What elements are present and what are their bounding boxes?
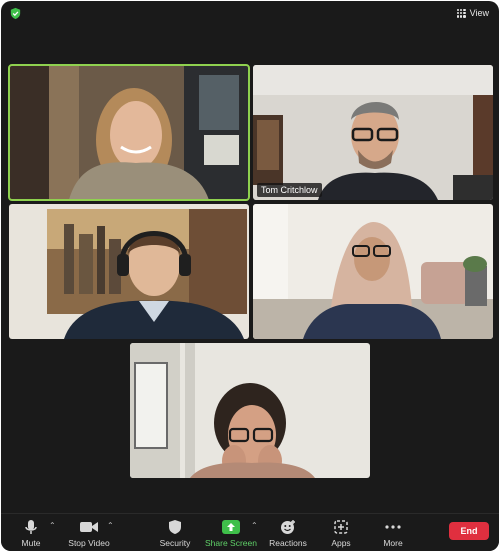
video-tile-3[interactable] [9, 204, 249, 339]
end-meeting-button[interactable]: End [449, 522, 489, 540]
apps-label: Apps [331, 538, 351, 548]
smiley-icon [280, 518, 296, 536]
reactions-button[interactable]: Reactions [258, 518, 318, 548]
participant-video-1 [9, 65, 249, 200]
share-screen-icon [222, 518, 240, 536]
microphone-icon [24, 518, 38, 536]
security-shield-icon [10, 7, 21, 20]
more-button[interactable]: More [363, 518, 423, 548]
grid-view-icon [456, 8, 466, 18]
mute-label: Mute [21, 538, 41, 548]
video-tile-5[interactable] [130, 343, 370, 478]
reactions-label: Reactions [269, 538, 307, 548]
shield-icon [168, 518, 182, 536]
more-dots-icon [385, 518, 401, 536]
more-label: More [383, 538, 403, 548]
view-button[interactable]: View [456, 6, 489, 20]
video-tile-1[interactable] [8, 64, 250, 201]
video-options-caret[interactable]: ⌃ [107, 521, 114, 530]
zoom-meeting-window: View Tom Critchlow Mute ⌃ Stop Video ⌃ S… [1, 1, 499, 551]
security-button[interactable]: Security [145, 518, 205, 548]
participant-video-3 [9, 204, 249, 339]
apps-icon [334, 518, 348, 536]
share-options-caret[interactable]: ⌃ [251, 521, 258, 530]
share-screen-label: Share Screen [205, 538, 257, 548]
audio-options-caret[interactable]: ⌃ [49, 521, 56, 530]
security-label: Security [159, 538, 191, 548]
video-tile-4[interactable] [253, 204, 493, 339]
participant-video-5 [130, 343, 370, 478]
apps-button[interactable]: Apps [311, 518, 371, 548]
participant-video-4 [253, 204, 493, 339]
video-camera-icon [80, 518, 98, 536]
participant-name-tag-2: Tom Critchlow [257, 183, 322, 197]
participant-video-2 [253, 65, 493, 200]
meeting-toolbar: Mute ⌃ Stop Video ⌃ Security Share Scree… [1, 513, 499, 551]
video-tile-2[interactable]: Tom Critchlow [253, 65, 493, 200]
view-label: View [469, 8, 489, 18]
stop-video-label: Stop Video [68, 538, 110, 548]
